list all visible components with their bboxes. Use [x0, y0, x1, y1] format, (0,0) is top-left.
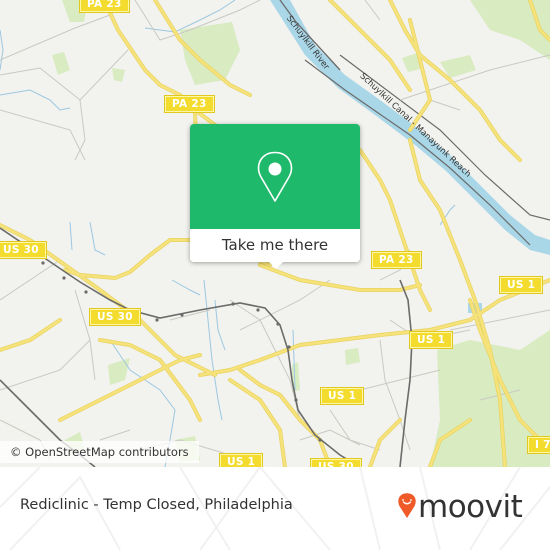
route-shield-pa23: PA 23: [164, 95, 215, 113]
route-shield-us30: US 30: [89, 308, 141, 326]
location-popup: Take me there: [190, 124, 360, 269]
route-shield-us30: US 30: [0, 241, 47, 259]
route-shield-us1: US 1: [408, 331, 454, 349]
brand-name: moovit: [418, 489, 523, 525]
route-shield-us1: US 1: [319, 387, 365, 405]
take-me-there-button[interactable]: Take me there: [190, 229, 360, 262]
map-attribution[interactable]: © OpenStreetMap contributors: [0, 441, 199, 463]
route-shield-pa23: PA 23: [79, 0, 130, 13]
route-shield-us1: US 1: [218, 453, 264, 467]
map-view[interactable]: Schuylkill River Schuylkill Canal - Mana…: [0, 0, 550, 467]
place-name: Rediclinic - Temp Closed, Philadelphia: [20, 497, 293, 513]
location-pin-icon: [257, 151, 293, 202]
popup-pointer: [268, 261, 284, 269]
route-shield-us1: US 1: [498, 276, 544, 294]
popup-header: [190, 124, 360, 229]
footer-bar: Rediclinic - Temp Closed, Philadelphia m…: [0, 467, 550, 550]
moovit-pin-icon: [398, 493, 416, 518]
route-shield-i76: I 76: [526, 436, 550, 454]
route-shield-pa23: PA 23: [371, 251, 422, 269]
route-shield-us30: US 30: [310, 458, 362, 467]
